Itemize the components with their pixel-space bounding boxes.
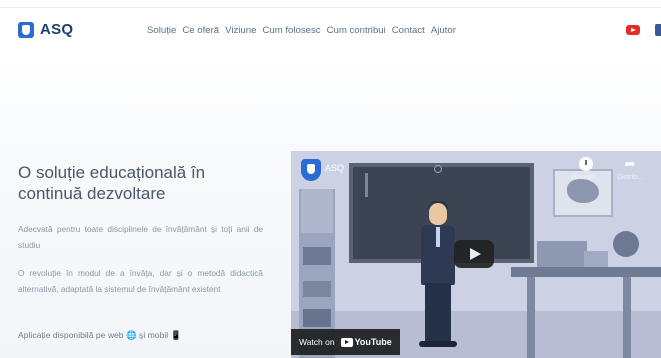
share-icon: ➦ bbox=[624, 156, 636, 171]
youtube-play-icon bbox=[340, 337, 353, 347]
globe bbox=[613, 231, 639, 257]
desk-leg bbox=[527, 277, 535, 358]
watch-later-label: Vizionați... bbox=[569, 174, 603, 181]
top-border bbox=[0, 0, 661, 8]
nav-item-ce-ofera[interactable]: Ce oferă bbox=[182, 25, 219, 36]
facebook-icon[interactable] bbox=[655, 24, 661, 36]
nav-item-contact[interactable]: Contact bbox=[392, 25, 425, 36]
navbar: ASQ Soluție Ce oferă Viziune Cum foloses… bbox=[0, 9, 661, 53]
teacher-tie bbox=[436, 227, 440, 247]
watch-later-button[interactable]: Vizionați... bbox=[569, 157, 603, 181]
video-title[interactable]: ASQ bbox=[325, 163, 344, 173]
board-pointer bbox=[365, 173, 368, 197]
nav-item-cum-contribui[interactable]: Cum contribui bbox=[327, 25, 386, 36]
nav-item-viziune[interactable]: Viziune bbox=[225, 25, 256, 36]
teacher-shoes bbox=[419, 341, 457, 347]
desk-books bbox=[584, 251, 608, 267]
teacher-legs bbox=[425, 283, 451, 343]
teacher-desk bbox=[511, 267, 661, 277]
share-button[interactable]: ➦ Distrib... bbox=[615, 156, 645, 182]
channel-avatar-icon[interactable] bbox=[301, 159, 321, 181]
video-player[interactable]: ASQ Vizionați... ➦ Distrib... Watch on Y… bbox=[291, 151, 661, 358]
books-row bbox=[303, 247, 331, 265]
youtube-wordmark: YouTube bbox=[354, 337, 392, 347]
brand-name: ASQ bbox=[40, 21, 74, 38]
youtube-logo: YouTube bbox=[340, 337, 392, 347]
hero-paragraph-1: Adecvată pentru toate disciplinele de în… bbox=[18, 224, 263, 250]
nav-item-ajutor[interactable]: Ajutor bbox=[431, 25, 456, 36]
share-label: Distrib... bbox=[617, 174, 643, 181]
availability-text: Aplicație disponibilă pe web 🌐 și mobil … bbox=[18, 330, 182, 340]
shield-logo-icon bbox=[18, 21, 34, 38]
watch-on-youtube-button[interactable]: Watch on YouTube bbox=[291, 329, 400, 355]
play-icon[interactable] bbox=[454, 240, 494, 268]
hero-paragraph-2: O revoluție în modul de a învăța, dar și… bbox=[18, 268, 263, 294]
teacher-head bbox=[429, 203, 447, 225]
bookshelf-board bbox=[301, 189, 333, 233]
wall-clock bbox=[434, 165, 442, 173]
books-row bbox=[303, 281, 331, 297]
map-shape bbox=[567, 179, 599, 203]
youtube-icon[interactable] bbox=[626, 25, 640, 35]
clock-icon bbox=[579, 157, 593, 171]
watch-on-label: Watch on bbox=[299, 337, 335, 347]
main-nav: Soluție Ce oferă Viziune Cum folosesc Cu… bbox=[147, 25, 456, 36]
desk-leg bbox=[623, 277, 631, 358]
hero-headline: O soluție educațională în continuă dezvo… bbox=[18, 163, 206, 203]
books-row bbox=[303, 309, 331, 327]
nav-item-cum-folosesc[interactable]: Cum folosesc bbox=[262, 25, 320, 36]
nav-item-solutie[interactable]: Soluție bbox=[147, 25, 176, 36]
logo[interactable]: ASQ bbox=[18, 21, 73, 38]
